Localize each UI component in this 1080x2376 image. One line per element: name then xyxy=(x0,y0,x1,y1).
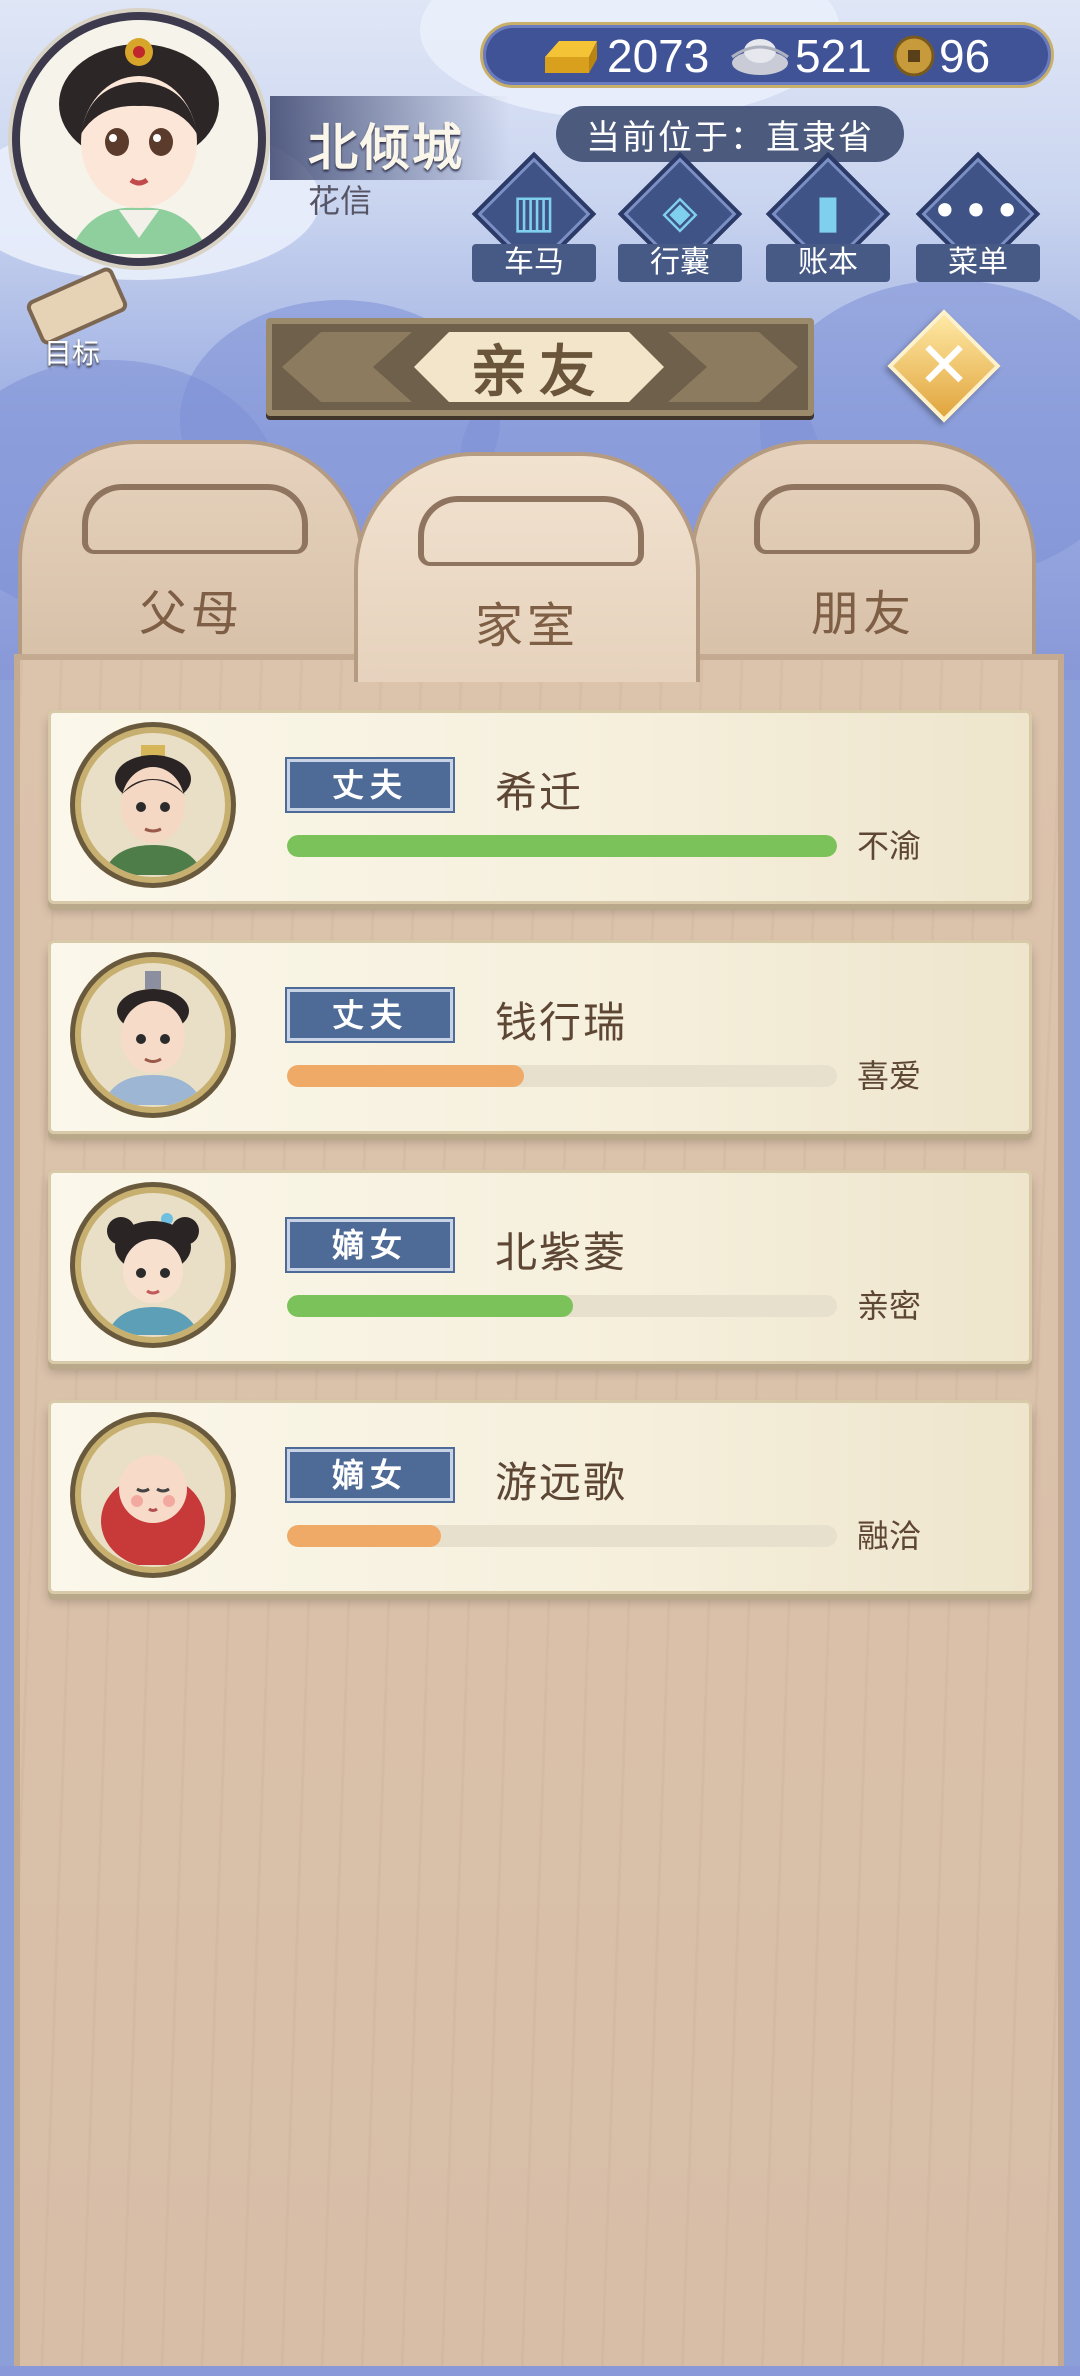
close-icon[interactable]: ✕ xyxy=(904,326,984,406)
girl-portrait-icon xyxy=(107,1213,199,1335)
title-banner: 亲友 xyxy=(266,318,814,416)
bottom-border xyxy=(0,2366,1080,2376)
page-title: 亲友 xyxy=(414,332,664,402)
relative-card[interactable]: 嫡女 游远歌 融洽 xyxy=(48,1400,1032,1594)
bundle-button[interactable]: ◈ 行囊 xyxy=(617,151,743,284)
relative-name: 北紫菱 xyxy=(495,1228,628,1277)
man-portrait-icon xyxy=(103,971,203,1105)
relation-role-badge: 丈夫 xyxy=(285,757,455,813)
cloud-ornament-icon xyxy=(418,496,644,566)
main-menu-button[interactable]: ••• 菜单 xyxy=(915,151,1041,284)
daughter-portrait xyxy=(75,1187,231,1343)
relationship-status: 喜爱 xyxy=(857,1057,922,1095)
relation-role-badge: 嫡女 xyxy=(285,1447,455,1503)
affinity-bar xyxy=(287,1295,837,1317)
affinity-fill xyxy=(287,1525,441,1547)
relationship-status: 不渝 xyxy=(857,827,922,865)
player-age-title: 花信 xyxy=(308,182,373,220)
relation-role-badge: 嫡女 xyxy=(285,1217,455,1273)
current-location: 当前位于：直隶省 xyxy=(556,106,904,162)
man-portrait-icon xyxy=(103,745,203,875)
ledger-icon: ▮ xyxy=(815,184,841,238)
daughter-portrait xyxy=(75,1417,231,1573)
carriage-icon: ▥ xyxy=(512,184,556,238)
more-icon: ••• xyxy=(931,184,1025,238)
relationship-status: 融洽 xyxy=(857,1517,922,1555)
copper-coin-icon xyxy=(893,35,935,77)
player-name: 北倾城 xyxy=(308,119,464,177)
ledger-button[interactable]: ▮ 账本 xyxy=(765,151,891,284)
silver-amount: 521 xyxy=(795,30,872,82)
relation-role-badge: 丈夫 xyxy=(285,987,455,1043)
relative-name: 钱行瑞 xyxy=(495,998,628,1047)
relationship-status: 亲密 xyxy=(857,1287,922,1325)
affinity-fill xyxy=(287,835,837,857)
relative-card[interactable]: 丈夫 希迁 不渝 xyxy=(48,710,1032,904)
gold-bar-icon xyxy=(545,41,597,73)
gold-amount: 2073 xyxy=(607,30,710,82)
tab-family[interactable]: 家室 xyxy=(354,452,700,682)
affinity-bar xyxy=(287,835,837,857)
affinity-fill xyxy=(287,1065,524,1087)
silver-ingot-icon xyxy=(731,39,789,75)
player-avatar[interactable] xyxy=(12,12,266,266)
tab-parents[interactable]: 父母 xyxy=(18,440,364,670)
lady-portrait-icon xyxy=(59,38,219,254)
affinity-fill xyxy=(287,1295,573,1317)
carriage-button[interactable]: ▥ 车马 xyxy=(471,151,597,284)
cloud-ornament-icon xyxy=(82,484,308,554)
tab-friends[interactable]: 朋友 xyxy=(690,440,1036,670)
goal-button[interactable]: 目标 xyxy=(18,264,130,372)
cloud-ornament-icon xyxy=(754,484,980,554)
currency-bar: 2073 521 96 xyxy=(480,22,1054,88)
affinity-bar xyxy=(287,1065,837,1087)
relative-name: 希迁 xyxy=(495,768,584,817)
husband-portrait xyxy=(75,957,231,1113)
relative-card[interactable]: 嫡女 北紫菱 亲密 xyxy=(48,1170,1032,1364)
relative-name: 游远歌 xyxy=(495,1458,628,1507)
relative-card[interactable]: 丈夫 钱行瑞 喜爱 xyxy=(48,940,1032,1134)
husband-portrait xyxy=(75,727,231,883)
baby-portrait-icon xyxy=(101,1455,205,1565)
bundle-icon: ◈ xyxy=(662,184,698,238)
affinity-bar xyxy=(287,1525,837,1547)
coin-amount: 96 xyxy=(939,30,991,82)
